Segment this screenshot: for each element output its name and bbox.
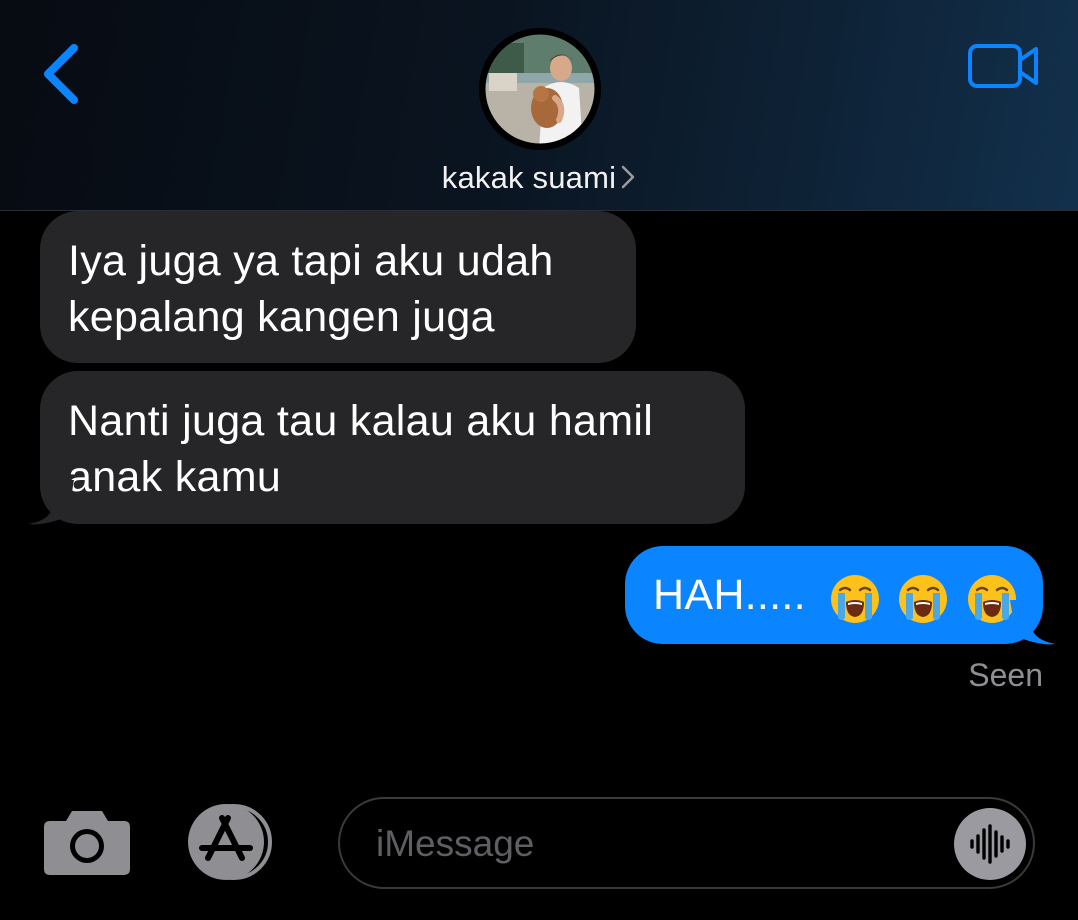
message-bubble-incoming[interactable]: Iya juga ya tapi aku udah kepalang kange… [40,211,636,363]
loudly-crying-face-emoji [899,575,948,624]
back-button[interactable] [30,36,90,116]
bubble-tail-outgoing [1010,600,1056,645]
emoji-group [828,569,1021,627]
audio-message-button[interactable] [954,808,1026,880]
audio-waveform-icon [970,824,1010,864]
bubble-tail-incoming [28,480,74,525]
chevron-left-icon [44,44,78,104]
app-store-icon [188,804,272,880]
camera-button[interactable] [42,805,132,879]
contact-avatar[interactable] [479,28,601,150]
contact-name: kakak suami [441,160,617,195]
message-text-line: Nanti juga tau kalau aku hamil [68,397,654,445]
message-text: HAH..... [653,571,806,619]
message-bubble-outgoing[interactable]: HAH..... [625,546,1043,644]
avatar-photo [479,28,601,150]
app-store-button[interactable] [184,802,284,882]
message-text-line: anak kamu [68,453,282,501]
video-camera-icon [968,44,1038,88]
read-receipt: Seen [968,657,1043,693]
conversation-header: kakak suami [0,0,1078,211]
message-text-line: Iya juga ya tapi aku udah [68,237,554,285]
message-text-line: kepalang kangen juga [68,293,495,341]
message-input[interactable] [374,813,938,875]
camera-icon [44,811,130,875]
message-bubble-incoming[interactable]: Nanti juga tau kalau aku hamil anak kamu [40,371,745,524]
loudly-crying-face-emoji [831,575,880,624]
chevron-right-icon [620,162,636,198]
message-composer [338,797,1035,889]
contact-name-button[interactable]: kakak suami [0,160,1078,198]
facetime-video-button[interactable] [962,38,1042,98]
